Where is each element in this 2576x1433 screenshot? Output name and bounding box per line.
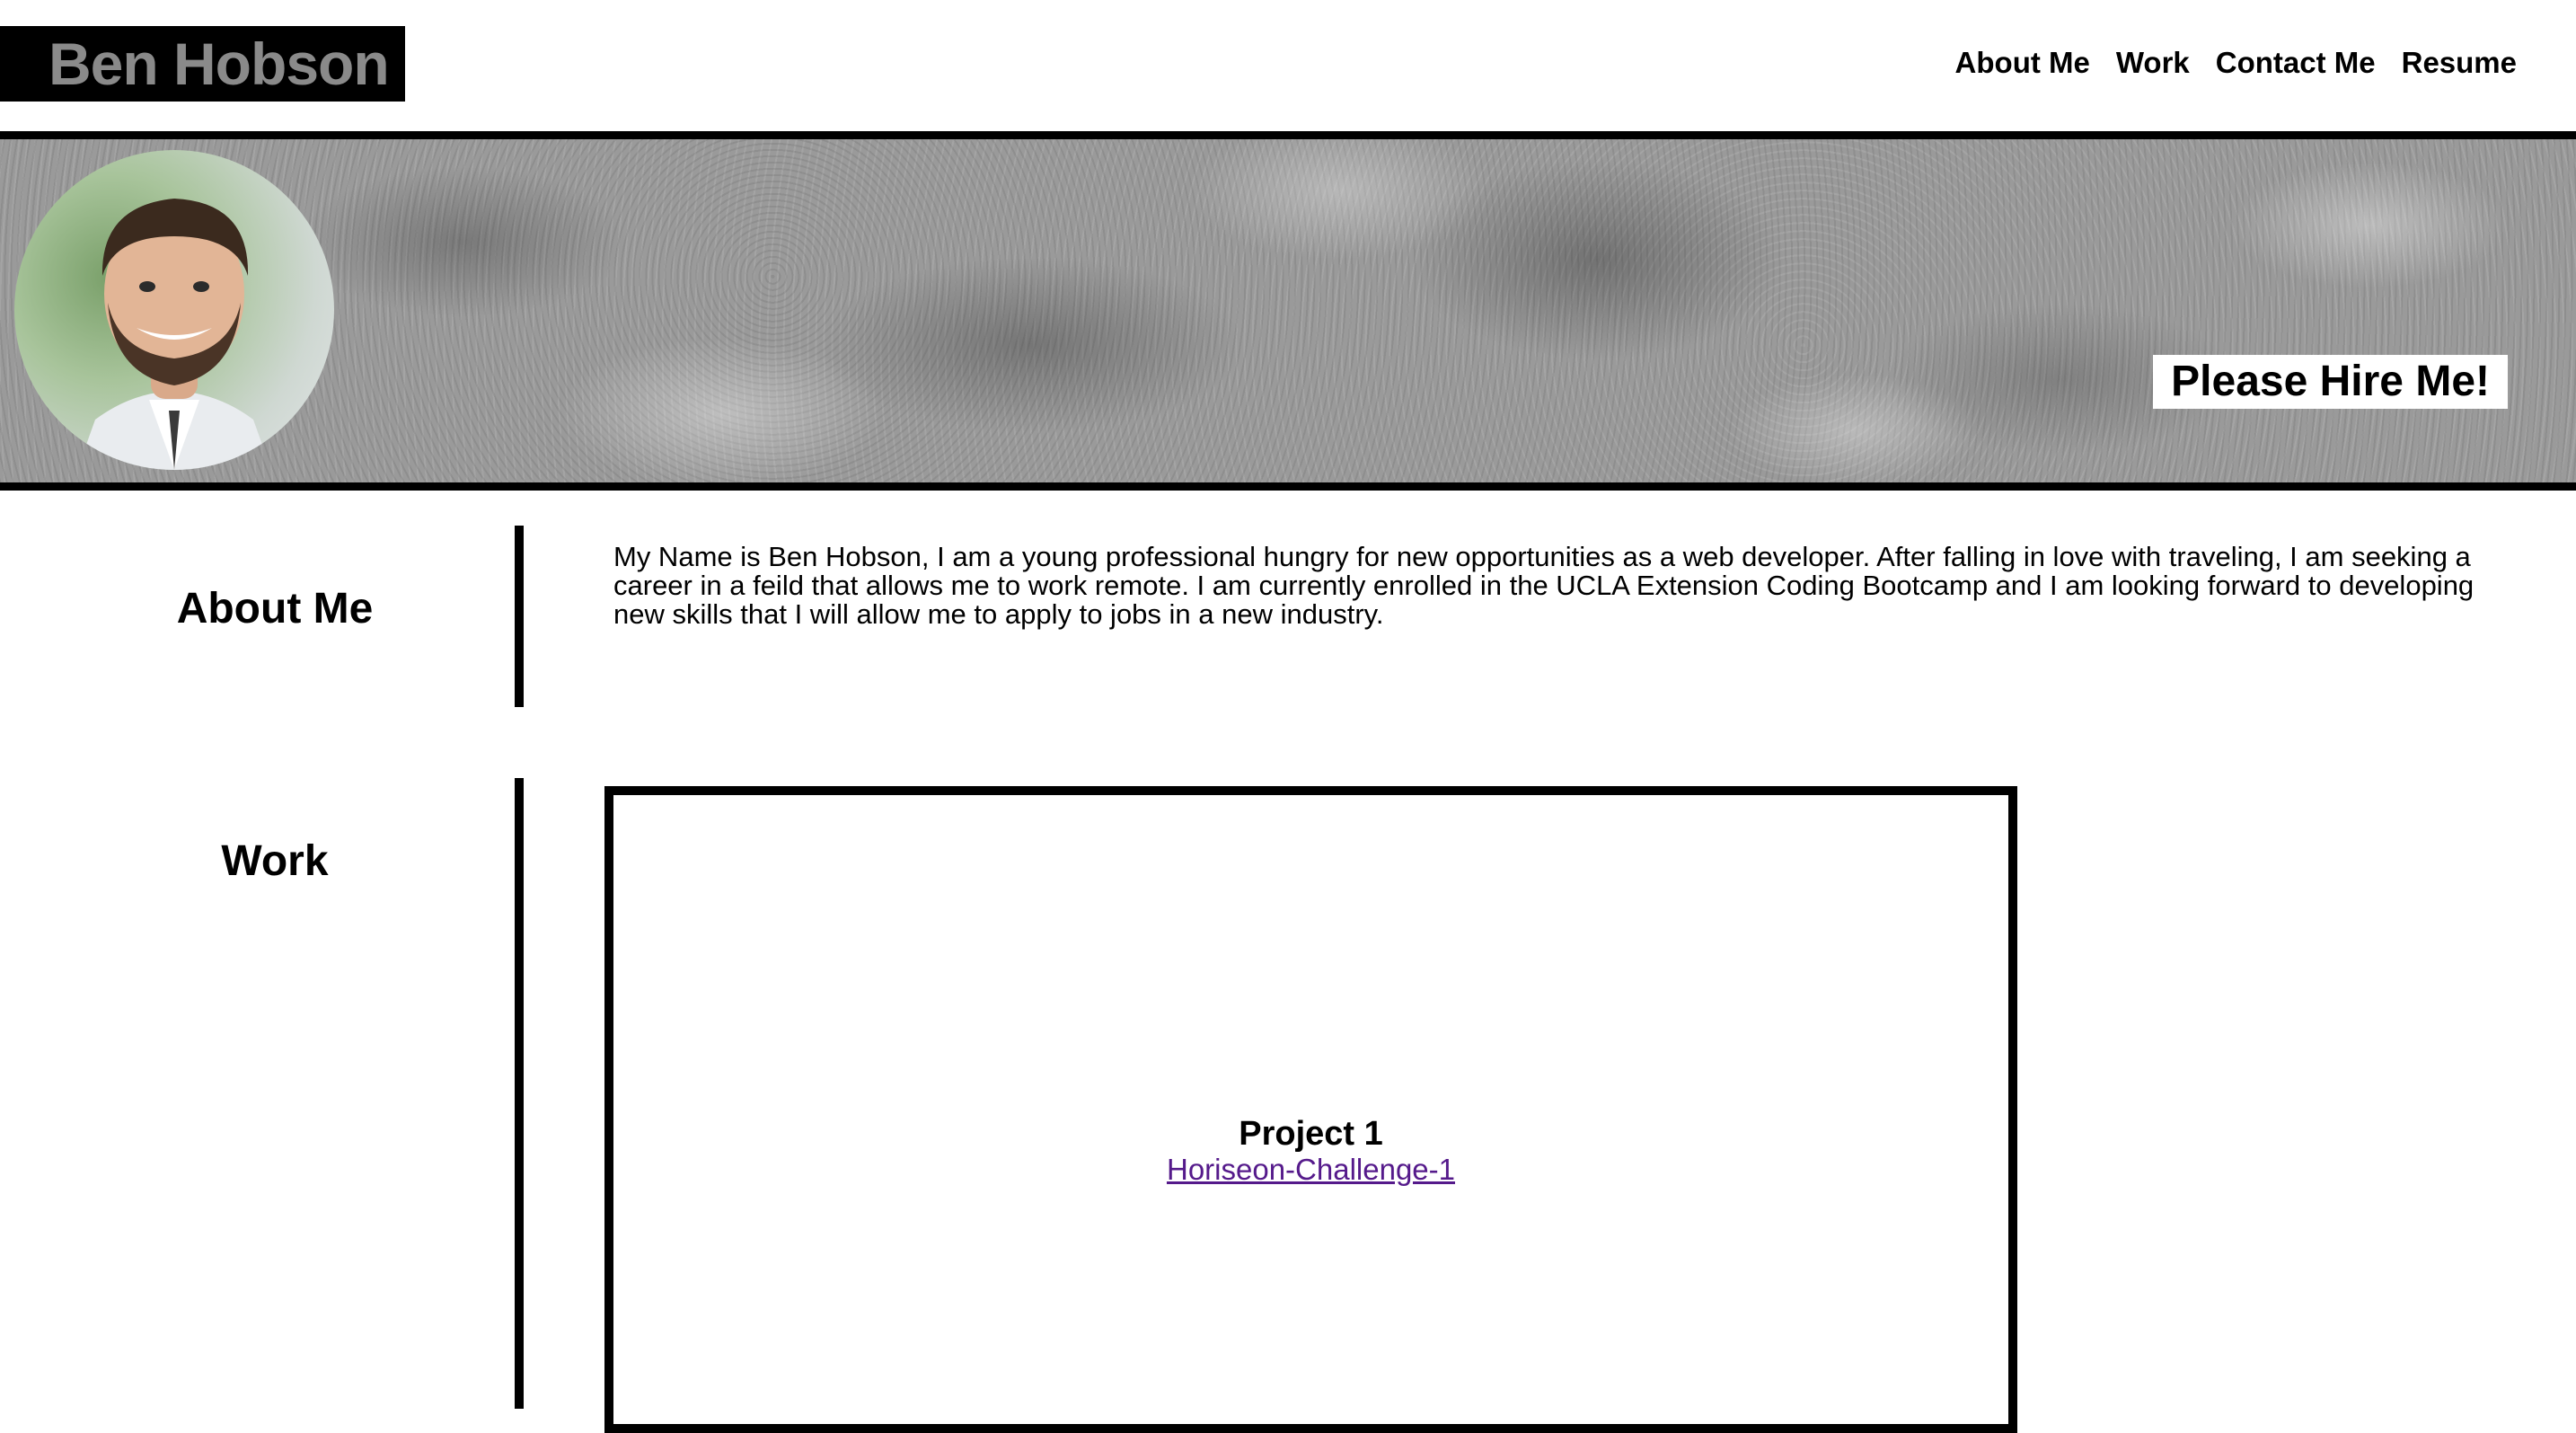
- nav-link-work[interactable]: Work: [2116, 43, 2190, 83]
- about-description: My Name is Ben Hobson, I am a young prof…: [613, 541, 2475, 630]
- project-link[interactable]: Horiseon-Challenge-1: [1167, 1153, 1455, 1186]
- person-portrait-icon: [77, 199, 271, 470]
- nav-link-contact[interactable]: Contact Me: [2216, 43, 2376, 83]
- site-header: Ben Hobson About Me Work Contact Me Resu…: [0, 0, 2576, 131]
- nav-link-about[interactable]: About Me: [1955, 43, 2090, 83]
- profile-photo: [14, 150, 334, 470]
- project-title: Project 1: [1239, 1115, 1383, 1153]
- nav-link-resume[interactable]: Resume: [2402, 43, 2517, 83]
- hire-me-tagline: Please Hire Me!: [2153, 355, 2508, 409]
- work-divider: [515, 778, 524, 1409]
- work-section-title: Work: [221, 837, 329, 885]
- project-card: Project 1 Horiseon-Challenge-1: [604, 786, 2017, 1433]
- hero-banner: Please Hire Me!: [0, 131, 2576, 491]
- about-section-title: About Me: [176, 585, 374, 632]
- project-link-wrapper: Horiseon-Challenge-1: [613, 1153, 2008, 1187]
- about-divider: [515, 526, 524, 707]
- main-nav: About Me Work Contact Me Resume: [1955, 43, 2517, 83]
- brand-logo[interactable]: Ben Hobson: [0, 26, 405, 102]
